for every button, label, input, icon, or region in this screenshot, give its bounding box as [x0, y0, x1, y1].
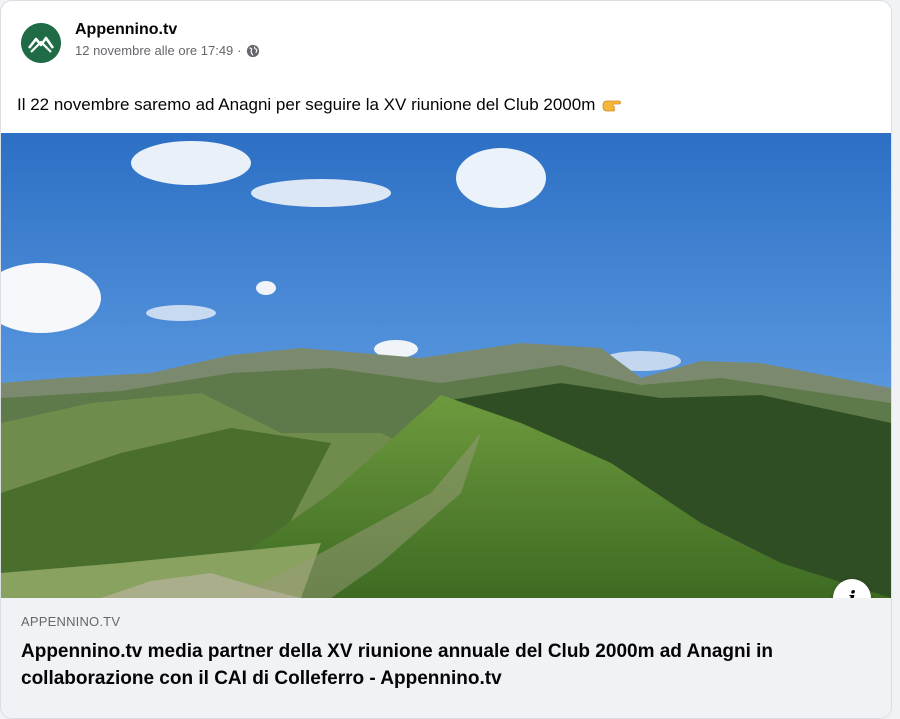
mountain-logo-icon [21, 23, 61, 63]
page-name-link[interactable]: Appennino.tv [75, 21, 177, 39]
backhand-index-pointing-right-icon [601, 96, 623, 114]
post-meta: 12 novembre alle ore 17:49 · [75, 43, 260, 58]
link-preview-footer[interactable]: APPENNINO.TV Appennino.tv media partner … [1, 598, 891, 718]
post-header: Appennino.tv 12 novembre alle ore 17:49 … [17, 17, 617, 65]
page-avatar[interactable] [21, 23, 61, 63]
globe-icon[interactable] [246, 44, 260, 58]
post-message: Il 22 novembre saremo ad Anagni per segu… [17, 93, 877, 117]
post-message-text: Il 22 novembre saremo ad Anagni per segu… [17, 95, 596, 114]
post-timestamp[interactable]: 12 novembre alle ore 17:49 [75, 43, 233, 58]
link-domain: APPENNINO.TV [21, 614, 121, 629]
link-title[interactable]: Appennino.tv media partner della XV riun… [21, 638, 841, 692]
link-preview-image[interactable] [1, 133, 891, 598]
post-card: Appennino.tv 12 novembre alle ore 17:49 … [0, 0, 892, 719]
meta-separator: · [237, 43, 242, 58]
